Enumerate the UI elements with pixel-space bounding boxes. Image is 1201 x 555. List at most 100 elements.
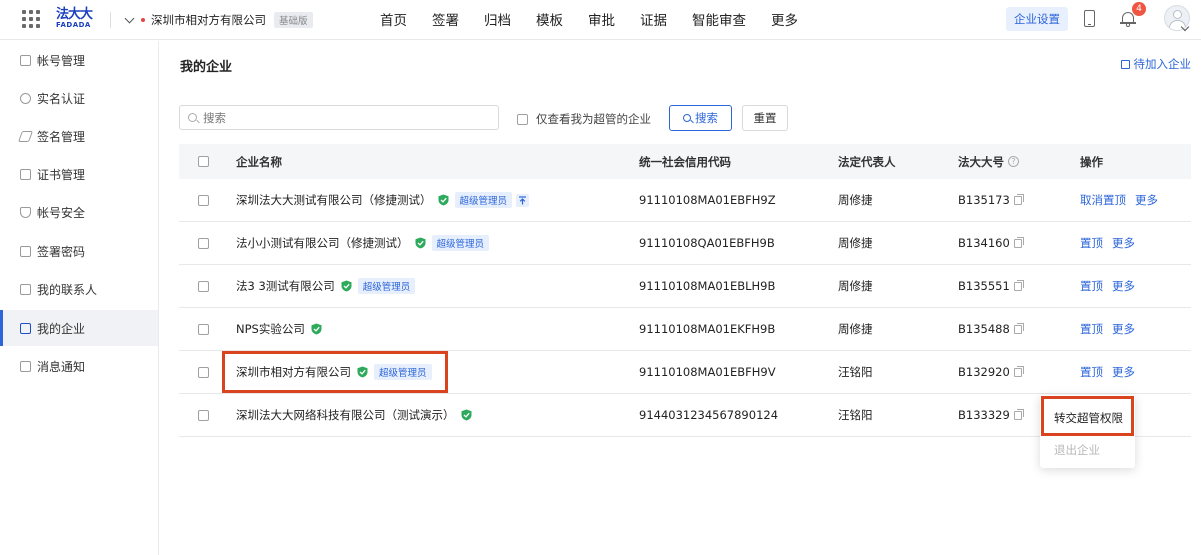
verified-shield-icon	[461, 409, 471, 421]
pin-link[interactable]: 置顶	[1080, 278, 1103, 294]
nav-sign[interactable]: 签署	[432, 9, 459, 29]
col-credit-code: 统一社会信用代码	[639, 154, 731, 169]
sidebar-item-contacts[interactable]: 我的联系人	[0, 271, 158, 307]
col-legal-rep: 法定代表人	[838, 154, 896, 169]
enterprise-name: NPS实验公司	[236, 322, 305, 336]
more-link[interactable]: 更多	[1112, 235, 1135, 251]
row-checkbox[interactable]	[198, 194, 209, 206]
building-icon	[1120, 59, 1130, 69]
enterprise-name: 深圳法大大测试有限公司（修捷测试）	[236, 193, 432, 207]
credit-code: 91110108MA01EBFH9Z	[639, 193, 776, 207]
legal-rep: 周修捷	[838, 193, 873, 207]
copy-icon[interactable]	[1013, 236, 1024, 248]
org-switcher[interactable]: 深圳市相对方有限公司 基础版	[124, 11, 313, 29]
only-super-checkbox[interactable]	[517, 113, 528, 125]
sidebar-item-certificate[interactable]: 证书管理	[0, 156, 158, 192]
more-link[interactable]: 更多	[1112, 278, 1135, 294]
sidebar-item-my-enterprise[interactable]: 我的企业	[0, 310, 158, 346]
super-admin-badge: 超级管理员	[357, 278, 416, 294]
sidebar-item-security[interactable]: 帐号安全	[0, 194, 158, 230]
more-link[interactable]: 更多	[1112, 321, 1135, 337]
nav-template[interactable]: 模板	[536, 9, 563, 29]
legal-rep: 汪铭阳	[838, 365, 873, 379]
nav-home[interactable]: 首页	[380, 9, 407, 29]
contact-icon	[20, 283, 31, 295]
verified-shield-icon	[311, 323, 322, 335]
select-all-checkbox[interactable]	[198, 156, 209, 167]
sidebar-item-sign-password[interactable]: 签署密码	[0, 233, 158, 269]
phone-icon[interactable]	[1084, 10, 1095, 27]
pin-link[interactable]: 置顶	[1080, 321, 1103, 337]
sidebar-item-label: 实名认证	[37, 91, 86, 106]
credit-code: 91110108MA01EKFH9B	[639, 322, 776, 336]
app-grid-icon[interactable]	[22, 10, 40, 28]
pending-join-label: 待加入企业	[1133, 57, 1192, 71]
nav-evidence[interactable]: 证据	[640, 9, 667, 29]
shield-icon	[20, 206, 31, 218]
sidebar-item-notifications[interactable]: 消息通知	[0, 348, 158, 384]
nav-archive[interactable]: 归档	[484, 9, 511, 29]
enterprise-settings-button[interactable]: 企业设置	[1006, 7, 1068, 31]
copy-icon[interactable]	[1013, 193, 1024, 205]
lock-icon	[20, 245, 31, 257]
unpin-link[interactable]: 取消置顶	[1080, 192, 1126, 208]
pin-link[interactable]: 置顶	[1080, 364, 1103, 380]
row-checkbox[interactable]	[198, 237, 209, 249]
copy-icon[interactable]	[1013, 365, 1024, 377]
row-checkbox[interactable]	[198, 366, 209, 378]
reset-button[interactable]: 重置	[742, 105, 788, 131]
row-checkbox[interactable]	[198, 280, 209, 292]
search-icon	[683, 114, 691, 122]
exit-enterprise-option[interactable]: 退出企业	[1054, 442, 1100, 458]
nav-more[interactable]: 更多	[771, 9, 798, 29]
main-nav: 首页 签署 归档 模板 审批 证据 智能审查 更多	[380, 9, 823, 29]
plan-badge: 基础版	[274, 12, 313, 28]
pending-join-link[interactable]: 待加入企业	[1120, 56, 1192, 72]
super-admin-badge: 超级管理员	[431, 235, 490, 251]
table-row: 法小小测试有限公司（修捷测试） 超级管理员 91110108QA01EBFH9B…	[179, 222, 1191, 265]
sidebar-item-verify[interactable]: 实名认证	[0, 80, 158, 116]
search-input[interactable]	[203, 110, 483, 125]
fadada-number: B133329	[958, 408, 1010, 422]
table-row: NPS实验公司 91110108MA01EKFH9B 周修捷 B135488 置…	[179, 308, 1191, 351]
company-icon	[20, 322, 31, 334]
pin-link[interactable]: 置顶	[1080, 235, 1103, 251]
nav-approval[interactable]: 审批	[588, 9, 615, 29]
nav-smart-review[interactable]: 智能审查	[692, 9, 746, 29]
credit-code: 9144031234567890124	[639, 408, 779, 422]
col-enterprise-name: 企业名称	[236, 154, 282, 169]
sidebar: 帐号管理 实名认证 签名管理 证书管理 帐号安全 签署密码 我的联系人 我的企业…	[0, 41, 159, 555]
super-admin-badge: 超级管理员	[454, 192, 513, 208]
verified-shield-icon	[415, 237, 425, 249]
legal-rep: 周修捷	[838, 279, 873, 293]
only-super-filter[interactable]: 仅查看我为超管的企业	[517, 111, 651, 127]
annotation-highlight-enterprise	[222, 351, 448, 393]
help-icon[interactable]: ?	[1008, 156, 1019, 167]
col-fadada-number-label: 法大大号	[958, 154, 1004, 169]
verified-shield-icon	[341, 280, 352, 292]
more-link[interactable]: 更多	[1135, 192, 1158, 208]
fadada-number: B135173	[958, 193, 1010, 207]
copy-icon[interactable]	[1013, 322, 1024, 334]
fadada-logo[interactable]: 法大大 FADADA	[56, 8, 96, 32]
row-checkbox[interactable]	[198, 323, 209, 335]
main-content: 我的企业 待加入企业 仅查看我为超管的企业 搜索 重置 企业名称 统一社会信用代…	[160, 41, 1201, 555]
more-link[interactable]: 更多	[1112, 364, 1135, 380]
sidebar-item-signature[interactable]: 签名管理	[0, 118, 158, 154]
sidebar-item-label: 签署密码	[37, 244, 86, 259]
row-checkbox[interactable]	[198, 409, 209, 421]
search-box[interactable]	[179, 105, 499, 130]
verified-shield-icon	[438, 194, 448, 206]
search-button-label: 搜索	[695, 111, 718, 125]
search-button[interactable]: 搜索	[669, 105, 732, 131]
copy-icon[interactable]	[1013, 408, 1024, 420]
top-header: 法大大 FADADA 深圳市相对方有限公司 基础版 首页 签署 归档 模板 审批…	[0, 0, 1201, 40]
sidebar-item-account[interactable]: 帐号管理	[0, 42, 158, 78]
fadada-number: B135488	[958, 322, 1010, 336]
col-actions: 操作	[1080, 154, 1103, 169]
annotation-highlight-transfer	[1041, 396, 1134, 436]
copy-icon[interactable]	[1013, 279, 1024, 291]
legal-rep: 周修捷	[838, 236, 873, 250]
page-title: 我的企业	[180, 60, 233, 75]
sidebar-item-label: 帐号管理	[37, 53, 86, 68]
